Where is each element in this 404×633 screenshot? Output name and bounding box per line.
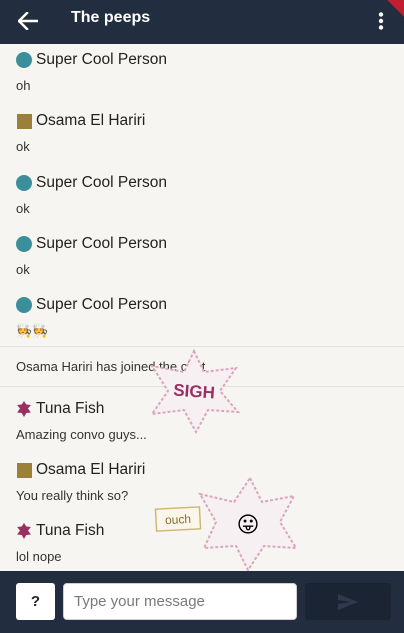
- chat-title: The peeps: [71, 9, 151, 26]
- message-item: Super Cool Person 🧑‍🍳🧑‍🍳: [16, 295, 396, 339]
- author-name: Super Cool Person: [36, 174, 167, 191]
- message-item: Osama El Hariri ok: [16, 111, 396, 155]
- teal-circle-avatar-icon: [16, 236, 32, 252]
- message-item: Super Cool Person ok: [16, 173, 396, 217]
- message-item: Super Cool Person oh: [16, 50, 396, 94]
- sigh-text: SIGH: [173, 381, 216, 403]
- tongue-sticker: 😛: [196, 476, 300, 571]
- arrow-left-icon: [18, 12, 38, 30]
- more-vert-icon: [378, 12, 384, 30]
- send-button[interactable]: [305, 583, 391, 620]
- author-name: Super Cool Person: [36, 235, 167, 252]
- author-name: Osama El Hariri: [36, 461, 146, 478]
- teal-circle-avatar-icon: [16, 52, 32, 68]
- composer-bar: ?: [0, 571, 404, 633]
- author-name: Super Cool Person: [36, 51, 167, 68]
- gold-square-avatar-icon: [17, 462, 32, 478]
- author-name: Tuna Fish: [36, 522, 105, 539]
- message-text: ok: [16, 139, 30, 154]
- message-text: 🧑‍🍳🧑‍🍳: [16, 323, 49, 338]
- ouch-text: ouch: [165, 512, 192, 527]
- ouch-sticker: ouch: [154, 505, 202, 533]
- message-text: ok: [16, 201, 30, 216]
- sigh-sticker: SIGH: [146, 348, 242, 435]
- message-text: ok: [16, 262, 30, 277]
- author-name: Super Cool Person: [36, 296, 167, 313]
- help-button[interactable]: ?: [16, 583, 55, 620]
- magenta-flower-avatar-icon: [17, 401, 31, 417]
- menu-button[interactable]: [372, 7, 390, 35]
- tongue-emoji: 😛: [237, 512, 260, 537]
- magenta-flower-avatar-icon: [17, 523, 31, 539]
- app-bar: The peeps: [0, 0, 404, 44]
- gold-square-avatar-icon: [17, 113, 32, 129]
- author-name: Osama El Hariri: [36, 112, 146, 129]
- message-item: Super Cool Person ok: [16, 234, 396, 278]
- back-button[interactable]: [14, 7, 42, 35]
- author-name: Tuna Fish: [36, 400, 105, 417]
- teal-circle-avatar-icon: [16, 297, 32, 313]
- message-text: oh: [16, 78, 31, 93]
- message-input[interactable]: [63, 583, 297, 620]
- message-list[interactable]: Super Cool Person oh Osama El Hariri ok …: [0, 44, 404, 571]
- send-icon: [338, 593, 358, 610]
- teal-circle-avatar-icon: [16, 175, 32, 191]
